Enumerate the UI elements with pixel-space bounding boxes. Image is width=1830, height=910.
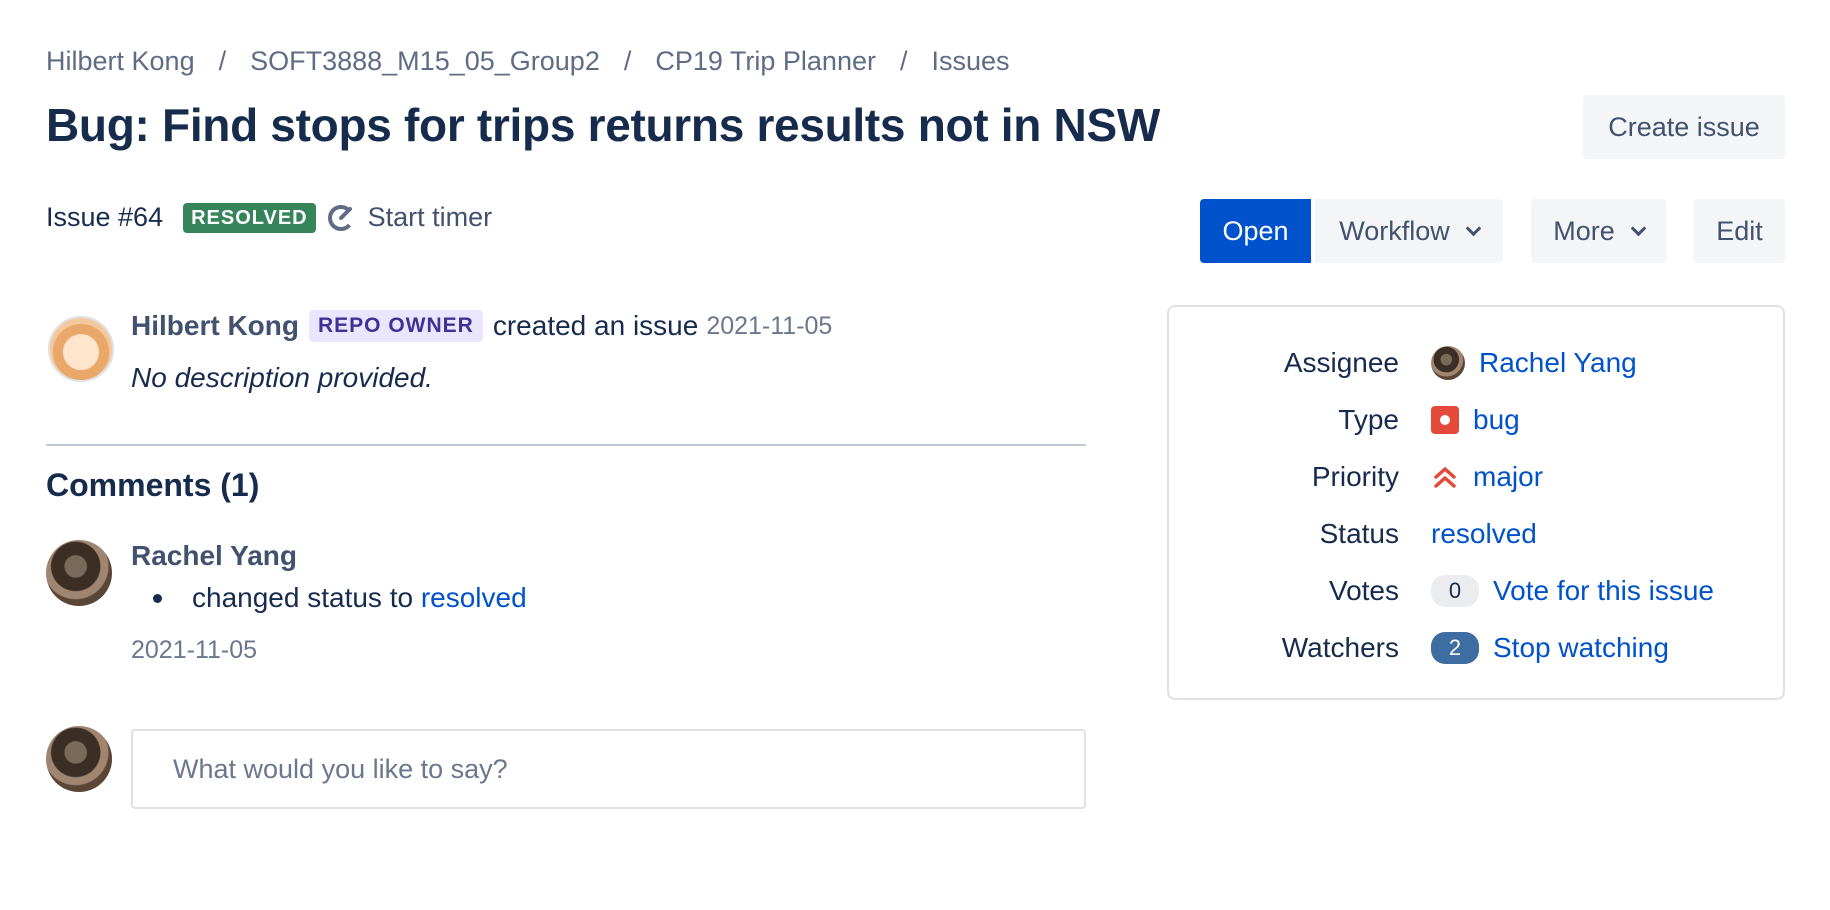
comment-input[interactable] [131,729,1086,809]
breadcrumb-separator: / [623,46,632,76]
priority-link[interactable]: major [1473,461,1543,493]
breadcrumb-issues[interactable]: Issues [932,46,1010,77]
type-label: Type [1338,404,1399,435]
workflow-label: Workflow [1339,215,1450,246]
start-timer-label: Start timer [367,202,493,232]
type-link[interactable]: bug [1473,404,1520,436]
assignee-link[interactable]: Rachel Yang [1479,347,1637,379]
comments-heading: Comments (1) [46,467,260,503]
status-label: Status [1319,518,1399,549]
breadcrumb-repository[interactable]: CP19 Trip Planner [655,46,876,77]
status-badge: RESOLVED [183,202,316,233]
votes-row: Votes 0 Vote for this issue [1169,571,1783,611]
issue-description: No description provided. [131,362,433,393]
issue-meta: Issue #64 RESOLVED Start timer [46,202,492,233]
comment-author[interactable]: Rachel Yang [131,540,527,572]
activity-action-text: created an issue [492,310,699,341]
timer-icon [327,204,354,231]
type-row: Type bug [1169,400,1783,440]
issue-created-activity: Hilbert Kong REPO OWNER created an issue… [131,310,832,394]
more-dropdown-button[interactable]: More [1531,199,1666,263]
change-prefix: changed status to [192,582,414,613]
workflow-dropdown-button[interactable]: Workflow [1315,199,1503,263]
watchers-row: Watchers 2 Stop watching [1169,628,1783,668]
chevron-down-icon [1630,220,1647,236]
breadcrumb-user[interactable]: Hilbert Kong [46,46,195,77]
comment-date[interactable]: 2021-11-05 [131,636,527,665]
priority-row: Priority major [1169,457,1783,497]
edit-button[interactable]: Edit [1694,199,1785,263]
chevron-down-icon [1465,220,1482,236]
watchers-count-badge: 2 [1431,632,1479,664]
avatar [1431,346,1465,380]
votes-count-badge: 0 [1431,575,1479,607]
divider [46,444,1086,446]
comment-changes: changed status to resolved [153,582,527,614]
activity-author[interactable]: Hilbert Kong [131,310,299,342]
list-item: changed status to resolved [153,582,527,614]
avatar [46,726,112,792]
assignee-label: Assignee [1283,347,1399,378]
status-link[interactable]: resolved [421,582,527,614]
page-title: Bug: Find stops for trips returns result… [46,99,1160,151]
avatar[interactable] [46,540,112,606]
stop-watching-link[interactable]: Stop watching [1493,632,1669,664]
comment-item: Rachel Yang changed status to resolved 2… [131,540,527,665]
bug-icon [1431,406,1459,434]
breadcrumb-separator: / [218,46,227,76]
assignee-row: Assignee Rachel Yang [1169,343,1783,383]
breadcrumb-separator: / [899,46,908,76]
breadcrumb: Hilbert Kong / SOFT3888_M15_05_Group2 / … [46,46,1010,77]
activity-date: 2021-11-05 [706,311,833,340]
open-button[interactable]: Open [1200,199,1311,263]
bullet-icon [153,593,162,603]
more-label: More [1553,215,1615,246]
avatar[interactable] [48,316,114,382]
votes-label: Votes [1328,575,1399,606]
create-issue-button[interactable]: Create issue [1583,95,1785,159]
issue-id: Issue #64 [46,202,164,232]
priority-major-icon [1434,467,1456,488]
repo-owner-badge: REPO OWNER [309,310,483,342]
status-row: Status resolved [1169,514,1783,554]
start-timer-button[interactable]: Start timer [326,202,493,233]
issue-details-panel: Assignee Rachel Yang Type bug Priority m… [1167,305,1785,700]
vote-link[interactable]: Vote for this issue [1493,575,1714,607]
priority-label: Priority [1311,461,1399,492]
watchers-label: Watchers [1281,632,1399,663]
breadcrumb-workspace[interactable]: SOFT3888_M15_05_Group2 [250,46,600,77]
status-link[interactable]: resolved [1431,518,1537,550]
